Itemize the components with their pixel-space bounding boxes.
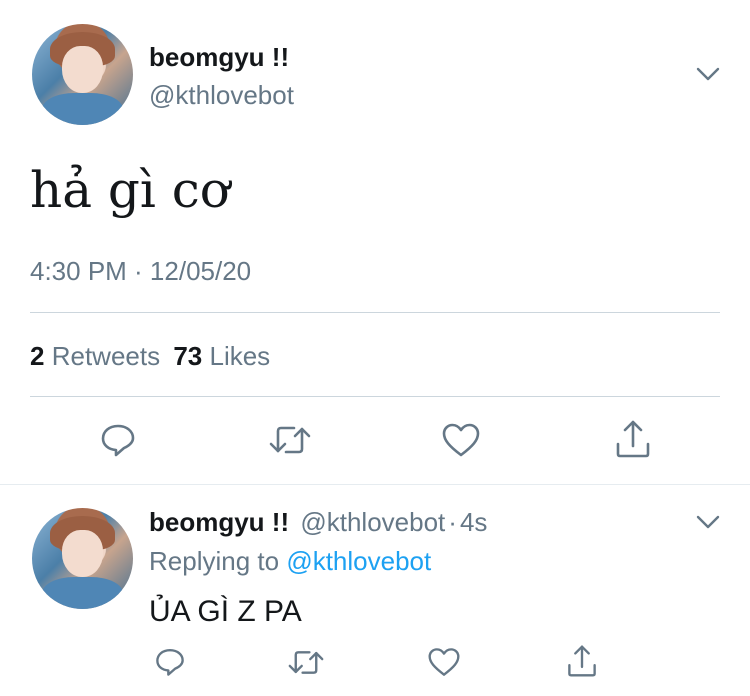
retweets-label[interactable]: Retweets	[52, 341, 160, 371]
chevron-down-icon[interactable]	[696, 514, 720, 530]
replying-to-label: Replying to	[149, 546, 280, 576]
retweet-icon[interactable]	[269, 423, 311, 457]
dot-separator: ·	[448, 507, 457, 537]
display-name[interactable]: beomgyu !!	[149, 507, 289, 537]
avatar[interactable]	[32, 508, 133, 609]
tweet-text: hả gì cơ	[30, 161, 230, 219]
share-icon[interactable]	[566, 643, 598, 679]
share-icon[interactable]	[614, 418, 652, 460]
like-icon[interactable]	[427, 646, 461, 678]
retweet-icon[interactable]	[288, 648, 324, 677]
replying-to: Replying to @kthlovebot	[149, 546, 431, 576]
avatar-jacket	[42, 576, 123, 609]
avatar-face	[62, 46, 103, 93]
tweet-stats: 2 Retweets 73 Likes	[30, 340, 270, 372]
user-handle[interactable]: @kthlovebot	[300, 507, 445, 537]
divider	[30, 396, 720, 397]
display-name[interactable]: beomgyu !!	[149, 42, 289, 72]
avatar[interactable]	[32, 24, 133, 125]
divider	[30, 312, 720, 313]
likes-label[interactable]: Likes	[209, 341, 270, 371]
reply-header: beomgyu !! @kthlovebot · 4s	[149, 507, 487, 537]
tweet-text: ỦA GÌ Z PA	[149, 595, 302, 628]
user-handle[interactable]: @kthlovebot	[149, 80, 294, 110]
replying-to-handle[interactable]: @kthlovebot	[286, 546, 431, 576]
likes-count[interactable]: 73	[173, 341, 202, 371]
chevron-down-icon[interactable]	[696, 66, 720, 82]
time-ago[interactable]: 4s	[460, 507, 487, 537]
section-divider	[0, 484, 750, 485]
tweet-timestamp[interactable]: 4:30 PM · 12/05/20	[30, 255, 251, 287]
reply-icon[interactable]	[99, 421, 137, 459]
avatar-jacket	[42, 92, 123, 125]
reply-icon[interactable]	[154, 646, 186, 678]
avatar-face	[62, 530, 103, 577]
like-icon[interactable]	[441, 421, 481, 459]
retweets-count[interactable]: 2	[30, 341, 44, 371]
